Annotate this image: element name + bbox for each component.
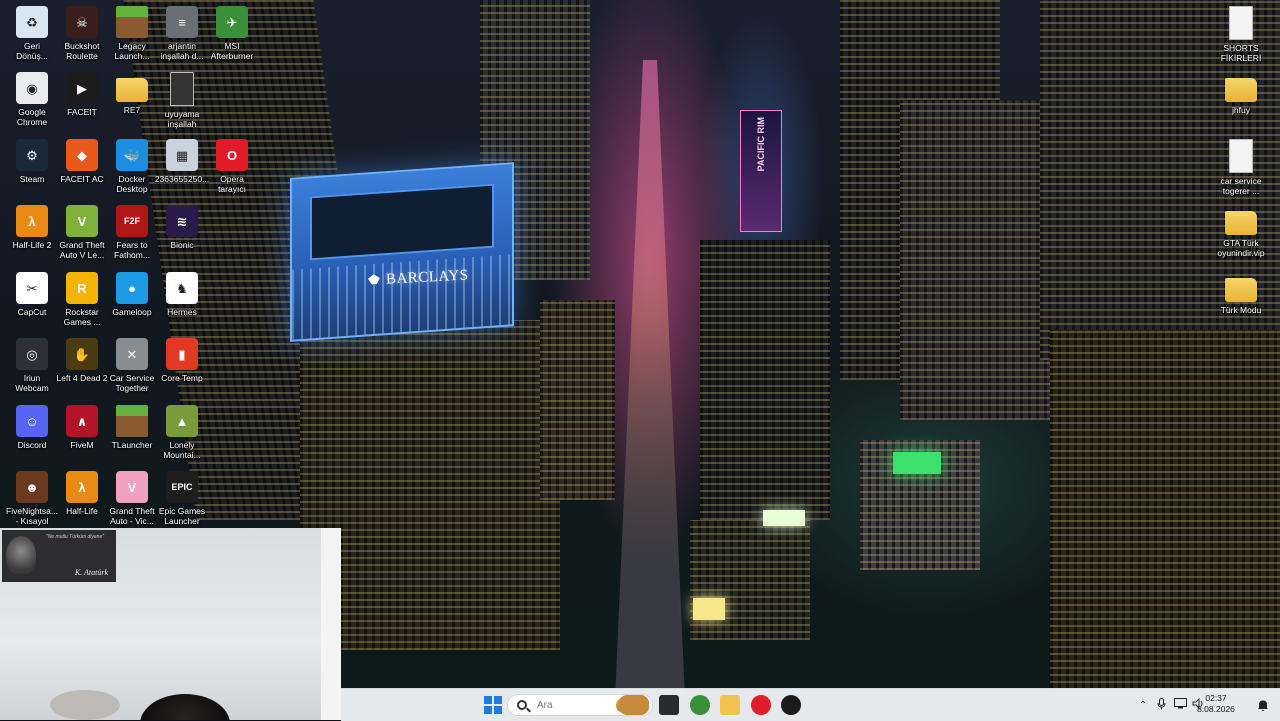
- left4dead-icon: ✋: [66, 338, 98, 370]
- chrome-icon: ◉: [16, 72, 48, 104]
- barclays-building-top: [290, 162, 514, 342]
- taskbar-chrome[interactable]: [690, 695, 710, 715]
- desktop-icon-label: MSI Afterburner: [210, 41, 254, 61]
- desktop-icon-label: Türk Modu: [1220, 305, 1262, 315]
- folder-icon: [116, 78, 148, 102]
- desktop-icon-gta-turk[interactable]: GTA Türk oyunindir.vip: [1211, 205, 1271, 258]
- steam-icon: ⚙: [16, 139, 48, 171]
- windows-logo-icon: [484, 696, 502, 714]
- desktop-icon-core-temp[interactable]: ▮ Core Temp: [152, 338, 212, 383]
- image-thumbnail-icon: ▦: [166, 139, 198, 171]
- chevron-up-icon[interactable]: ⌃: [1135, 700, 1151, 711]
- start-button[interactable]: [483, 695, 503, 715]
- poster-quote: "Ne mutlu Türküm diyene": [46, 534, 105, 540]
- portrait-image: [6, 536, 36, 574]
- clock-time: 02:37: [1205, 693, 1227, 703]
- network-icon[interactable]: [1171, 698, 1189, 712]
- desktop-icon-msi-afterburner[interactable]: ✈ MSI Afterburner: [202, 6, 262, 61]
- desktop-icon-label: uyuyama inşallah: [164, 109, 200, 129]
- thermometer-icon: ▮: [166, 338, 198, 370]
- gta-vice-icon: V: [116, 471, 148, 503]
- desktop-icon-label: Bionic: [170, 240, 194, 250]
- lambda-icon: λ: [16, 205, 48, 237]
- taskbar: ⌃ 02:37 8.08.2026: [341, 688, 1280, 721]
- skull-icon: ☠: [66, 6, 98, 38]
- taskbar-bread-widget[interactable]: [619, 695, 649, 715]
- f2f-icon: F2F: [116, 205, 148, 237]
- search-icon: [517, 700, 527, 710]
- desktop-icon-label: Core Temp: [161, 373, 203, 383]
- hermes-icon: ♞: [166, 272, 198, 304]
- folder-icon: [1225, 78, 1257, 102]
- desktop-icon-lonely-mountains[interactable]: ▲ Lonely Mountai...: [152, 405, 212, 460]
- person-head: [140, 694, 230, 720]
- faceit-icon: ▶: [66, 72, 98, 104]
- discord-icon: ☺: [16, 405, 48, 437]
- document-thumbnail-icon: ≡: [166, 6, 198, 38]
- desktop-icon-label: SHORTS FİKİRLERİ: [1220, 43, 1262, 63]
- desktop-icon-bionic[interactable]: ≋ Bionic: [152, 205, 212, 250]
- microphone-icon[interactable]: [1151, 697, 1171, 713]
- desktop-icon-turk-modu[interactable]: Türk Modu: [1211, 272, 1271, 315]
- wall-poster: "Ne mutlu Türküm diyene" K. Atatürk: [2, 530, 116, 582]
- text-file-icon: [1229, 139, 1253, 173]
- desktop-icon-shorts[interactable]: SHORTS FİKİRLERİ: [1211, 6, 1271, 63]
- desktop-icon-label: Epic Games Launcher: [158, 506, 206, 526]
- fivem-icon: ∧: [66, 405, 98, 437]
- epic-games-icon: EPIC: [166, 471, 198, 503]
- recycle-bin-icon: ♻: [16, 6, 48, 38]
- grass-block-icon: [116, 405, 148, 437]
- grass-block-icon: [116, 6, 148, 38]
- blank-file-icon: [170, 72, 194, 106]
- lonely-mountains-icon: ▲: [166, 405, 198, 437]
- taskbar-opera[interactable]: [751, 695, 771, 715]
- desktop-icon-label: Opera tarayıcı: [218, 174, 246, 194]
- freddy-icon: ☻: [16, 471, 48, 503]
- desktop-icon-jhfuy[interactable]: jhfuy: [1211, 72, 1271, 115]
- desktop-icon-hermes[interactable]: ♞ Hermes: [152, 272, 212, 317]
- bionic-icon: ≋: [166, 205, 198, 237]
- door-edge: [321, 528, 341, 720]
- rockstar-icon: R: [66, 272, 98, 304]
- eagle-logo-icon: [368, 274, 381, 285]
- desktop-icon-label: Hermes: [167, 307, 197, 317]
- webcam-overlay: "Ne mutlu Türküm diyene" K. Atatürk: [0, 528, 341, 720]
- times-square-street: [615, 60, 685, 700]
- wrench-icon: ✕: [116, 338, 148, 370]
- desktop-icon-epic[interactable]: EPIC Epic Games Launcher: [152, 471, 212, 526]
- desktop-icon-uyuyama[interactable]: uyuyama inşallah: [152, 72, 212, 129]
- docker-whale-icon: 🐳: [116, 139, 148, 171]
- desktop-icon-label: Lonely Mountai...: [163, 440, 201, 460]
- lit-sign-white: [763, 510, 805, 526]
- lambda-icon: λ: [66, 471, 98, 503]
- taskbar-clock[interactable]: 02:37 8.08.2026: [1191, 693, 1241, 715]
- search-input[interactable]: [535, 698, 619, 712]
- folder-icon: [1225, 278, 1257, 302]
- desktop-icon-label: car service togerer ...: [1220, 176, 1262, 196]
- afterburner-icon: ✈: [216, 6, 248, 38]
- green-lit-roof: [893, 452, 941, 474]
- poster-signature: K. Atatürk: [74, 568, 108, 577]
- lit-sign-yellow: [693, 598, 725, 620]
- folder-icon: [1225, 211, 1257, 235]
- notification-bell-icon[interactable]: [1253, 695, 1273, 715]
- desktop-icon-label: jhfuy: [1232, 105, 1250, 115]
- gameloop-icon: ●: [116, 272, 148, 304]
- capcut-icon: ✂: [16, 272, 48, 304]
- desk-fan: [50, 690, 120, 720]
- taskbar-recording[interactable]: [781, 695, 801, 715]
- taskbar-terminal[interactable]: [659, 695, 679, 715]
- desktop-icon-car-service-file[interactable]: car service togerer ...: [1211, 139, 1271, 196]
- pacific-rim-billboard: PACIFIC RIM: [740, 110, 782, 232]
- clock-date: 8.08.2026: [1197, 704, 1235, 714]
- desktop-icon-opera[interactable]: O Opera tarayıcı: [202, 139, 262, 194]
- desktop-icon-label: GTA Türk oyunindir.vip: [1217, 238, 1265, 258]
- taskbar-file-explorer[interactable]: [720, 695, 740, 715]
- faceit-ac-icon: ◆: [66, 139, 98, 171]
- opera-icon: O: [216, 139, 248, 171]
- webcam-icon: ◎: [16, 338, 48, 370]
- text-file-icon: [1229, 6, 1253, 40]
- gta-v-icon: V: [66, 205, 98, 237]
